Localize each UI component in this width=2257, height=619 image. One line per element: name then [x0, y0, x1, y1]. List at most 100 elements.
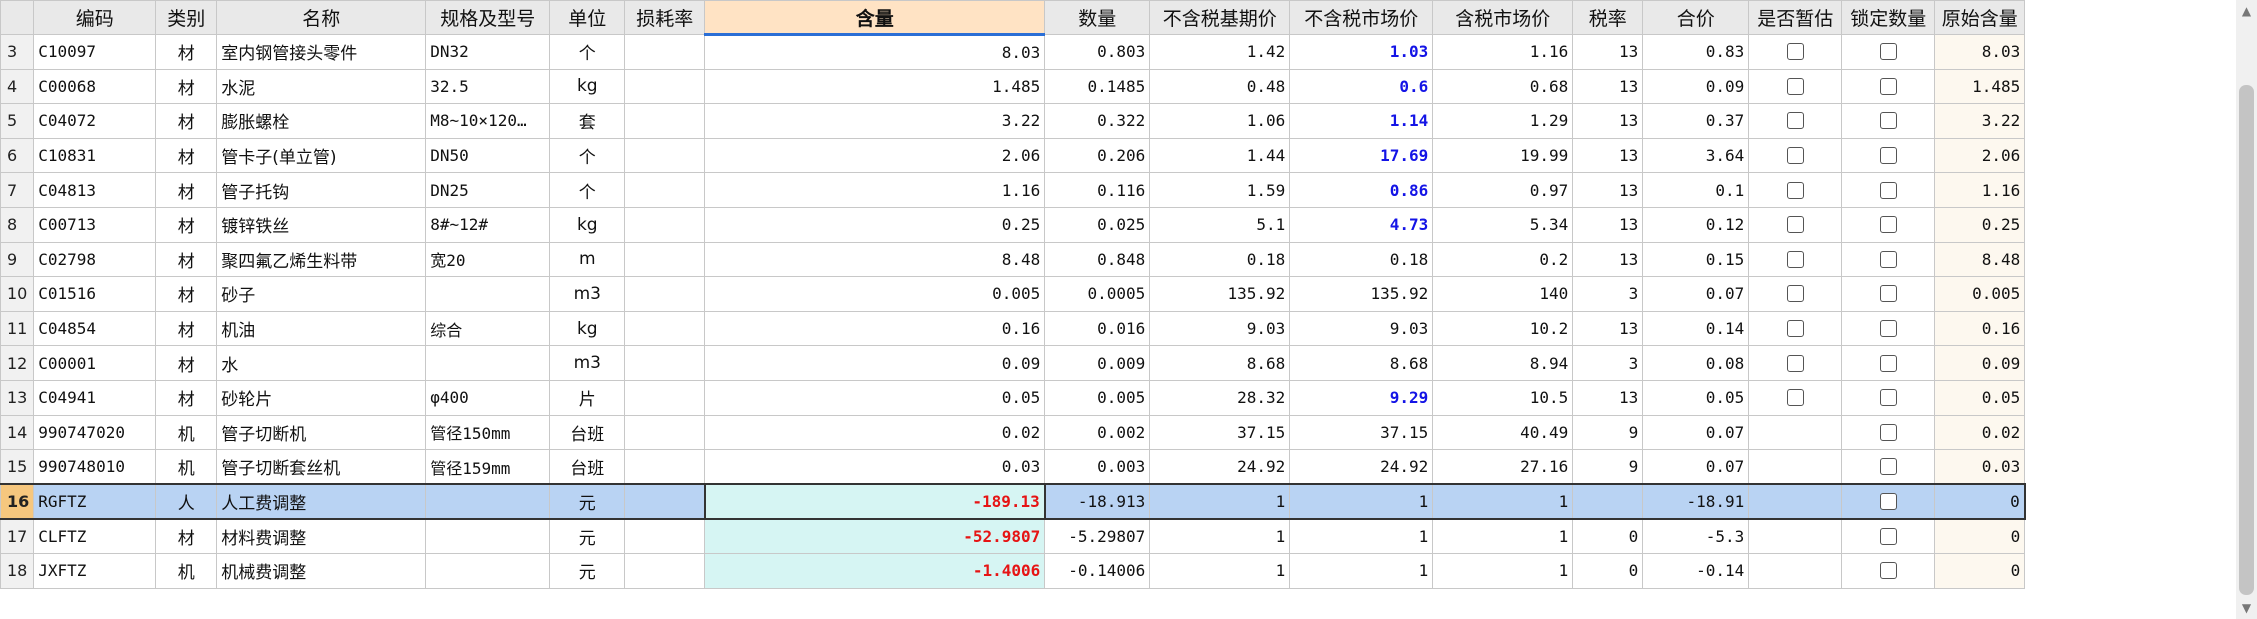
- qty-cell[interactable]: 0.003: [1044, 449, 1151, 485]
- base-price-cell[interactable]: 135.92: [1149, 276, 1291, 312]
- loss-rate-cell[interactable]: [624, 379, 706, 416]
- lock-qty-cell[interactable]: [1841, 379, 1936, 416]
- spec-cell[interactable]: [425, 276, 551, 312]
- table-row[interactable]: 7 C04813 材管子托钩 DN25 个 1.16 0.116 1.59 0.86 0.97 13…: [0, 172, 2026, 208]
- orig-content-cell[interactable]: 0: [1934, 483, 2026, 520]
- tax-market-price-cell[interactable]: 5.34: [1432, 206, 1574, 243]
- table-row[interactable]: 14 990747020 机管子切断机 管径150mm 台班 0.02 0.002 37.15…: [0, 414, 2026, 451]
- table-row[interactable]: 18 JXFTZ 机机械费调整元 -1.4006 -0.14006 1 1 1 0 -0.14 0: [0, 552, 2026, 589]
- type-cell[interactable]: 材: [155, 345, 218, 381]
- orig-content-cell[interactable]: 0.09: [1934, 345, 2026, 381]
- estimated-cell[interactable]: [1748, 483, 1843, 520]
- unit-cell[interactable]: m3: [549, 345, 626, 381]
- unit-cell[interactable]: m3: [549, 276, 626, 312]
- total-cell[interactable]: 0.07: [1642, 414, 1750, 451]
- name-cell[interactable]: 砂轮片: [216, 379, 427, 416]
- name-cell[interactable]: 管子托钩: [216, 172, 427, 208]
- loss-rate-cell[interactable]: [624, 449, 706, 485]
- tax-rate-cell[interactable]: [1572, 483, 1644, 520]
- code-cell[interactable]: C01516: [33, 276, 157, 312]
- total-cell[interactable]: -5.3: [1642, 518, 1750, 554]
- orig-content-cell[interactable]: 2.06: [1934, 137, 2026, 174]
- tax-market-price-cell[interactable]: 10.5: [1432, 379, 1574, 416]
- unit-cell[interactable]: kg: [549, 206, 626, 243]
- loss-rate-cell[interactable]: [624, 483, 706, 520]
- base-price-cell[interactable]: 1.44: [1149, 137, 1291, 174]
- col-header-unit[interactable]: 单位: [549, 0, 626, 35]
- spec-cell[interactable]: DN50: [425, 137, 551, 174]
- name-cell[interactable]: 砂子: [216, 276, 427, 312]
- market-price-cell[interactable]: 1.14: [1289, 103, 1434, 139]
- type-cell[interactable]: 机: [155, 414, 218, 451]
- name-cell[interactable]: 人工费调整: [216, 483, 427, 520]
- type-cell[interactable]: 材: [155, 276, 218, 312]
- total-cell[interactable]: 0.37: [1642, 103, 1750, 139]
- code-cell[interactable]: C04072: [33, 103, 157, 139]
- code-cell[interactable]: CLFTZ: [33, 518, 157, 554]
- lock-qty-cell[interactable]: [1841, 241, 1936, 278]
- lock-qty-cell[interactable]: [1841, 206, 1936, 243]
- content-cell[interactable]: 3.22: [704, 103, 1046, 139]
- content-cell[interactable]: 0.09: [704, 345, 1046, 381]
- code-cell[interactable]: C00713: [33, 206, 157, 243]
- code-cell[interactable]: C00068: [33, 68, 157, 105]
- name-cell[interactable]: 室内钢管接头零件: [216, 34, 427, 70]
- name-cell[interactable]: 管卡子(单立管): [216, 137, 427, 174]
- qty-cell[interactable]: 0.005: [1044, 379, 1151, 416]
- lock-qty-checkbox[interactable]: [1879, 354, 1897, 372]
- content-cell[interactable]: 0.03: [704, 449, 1046, 485]
- loss-rate-cell[interactable]: [624, 34, 706, 70]
- spec-cell[interactable]: DN25: [425, 172, 551, 208]
- code-cell[interactable]: 990748010: [33, 449, 157, 485]
- content-cell[interactable]: -52.9807: [704, 518, 1046, 554]
- content-cell[interactable]: 0.005: [704, 276, 1046, 312]
- col-header-rownum[interactable]: [0, 0, 35, 35]
- unit-cell[interactable]: 台班: [549, 449, 626, 485]
- estimated-cell[interactable]: [1748, 206, 1843, 243]
- table-row[interactable]: 12 C00001 材水 m3 0.09 0.009 8.68 8.68 8.94 3 0.08 0.…: [0, 345, 2026, 381]
- qty-cell[interactable]: 0.322: [1044, 103, 1151, 139]
- market-price-cell[interactable]: 1: [1289, 483, 1434, 520]
- table-row[interactable]: 16 RGFTZ 人人工费调整元 -189.13 -18.913 1 1 1 -18.91 0: [0, 483, 2026, 520]
- market-price-cell[interactable]: 1.03: [1289, 34, 1434, 70]
- col-header-type[interactable]: 类别: [155, 0, 218, 35]
- tax-market-price-cell[interactable]: 0.97: [1432, 172, 1574, 208]
- unit-cell[interactable]: 个: [549, 34, 626, 70]
- orig-content-cell[interactable]: 0.16: [1934, 310, 2026, 347]
- type-cell[interactable]: 材: [155, 206, 218, 243]
- lock-qty-checkbox[interactable]: [1879, 285, 1897, 303]
- tax-rate-cell[interactable]: 13: [1572, 34, 1644, 70]
- type-cell[interactable]: 材: [155, 518, 218, 554]
- tax-market-price-cell[interactable]: 8.94: [1432, 345, 1574, 381]
- scroll-up-icon[interactable]: ▲: [2240, 4, 2253, 18]
- loss-rate-cell[interactable]: [624, 137, 706, 174]
- tax-market-price-cell[interactable]: 40.49: [1432, 414, 1574, 451]
- tax-rate-cell[interactable]: 3: [1572, 276, 1644, 312]
- unit-cell[interactable]: 个: [549, 137, 626, 174]
- orig-content-cell[interactable]: 8.03: [1934, 34, 2026, 70]
- total-cell[interactable]: -0.14: [1642, 552, 1750, 589]
- lock-qty-cell[interactable]: [1841, 103, 1936, 139]
- type-cell[interactable]: 材: [155, 68, 218, 105]
- lock-qty-cell[interactable]: [1841, 414, 1936, 451]
- spec-cell[interactable]: [425, 518, 551, 554]
- code-cell[interactable]: C04941: [33, 379, 157, 416]
- lock-qty-checkbox[interactable]: [1879, 562, 1897, 580]
- loss-rate-cell[interactable]: [624, 68, 706, 105]
- table-row[interactable]: 17 CLFTZ 材材料费调整元 -52.9807 -5.29807 1 1 1 0 -5.3 0: [0, 518, 2026, 554]
- tax-rate-cell[interactable]: 13: [1572, 137, 1644, 174]
- name-cell[interactable]: 聚四氟乙烯生料带: [216, 241, 427, 278]
- orig-content-cell[interactable]: 3.22: [1934, 103, 2026, 139]
- total-cell[interactable]: 0.14: [1642, 310, 1750, 347]
- orig-content-cell[interactable]: 0: [1934, 552, 2026, 589]
- unit-cell[interactable]: 元: [549, 483, 626, 520]
- lock-qty-cell[interactable]: [1841, 68, 1936, 105]
- code-cell[interactable]: JXFTZ: [33, 552, 157, 589]
- code-cell[interactable]: C04854: [33, 310, 157, 347]
- total-cell[interactable]: 0.1: [1642, 172, 1750, 208]
- type-cell[interactable]: 人: [155, 483, 218, 520]
- name-cell[interactable]: 膨胀螺栓: [216, 103, 427, 139]
- type-cell[interactable]: 材: [155, 103, 218, 139]
- tax-market-price-cell[interactable]: 10.2: [1432, 310, 1574, 347]
- qty-cell[interactable]: 0.025: [1044, 206, 1151, 243]
